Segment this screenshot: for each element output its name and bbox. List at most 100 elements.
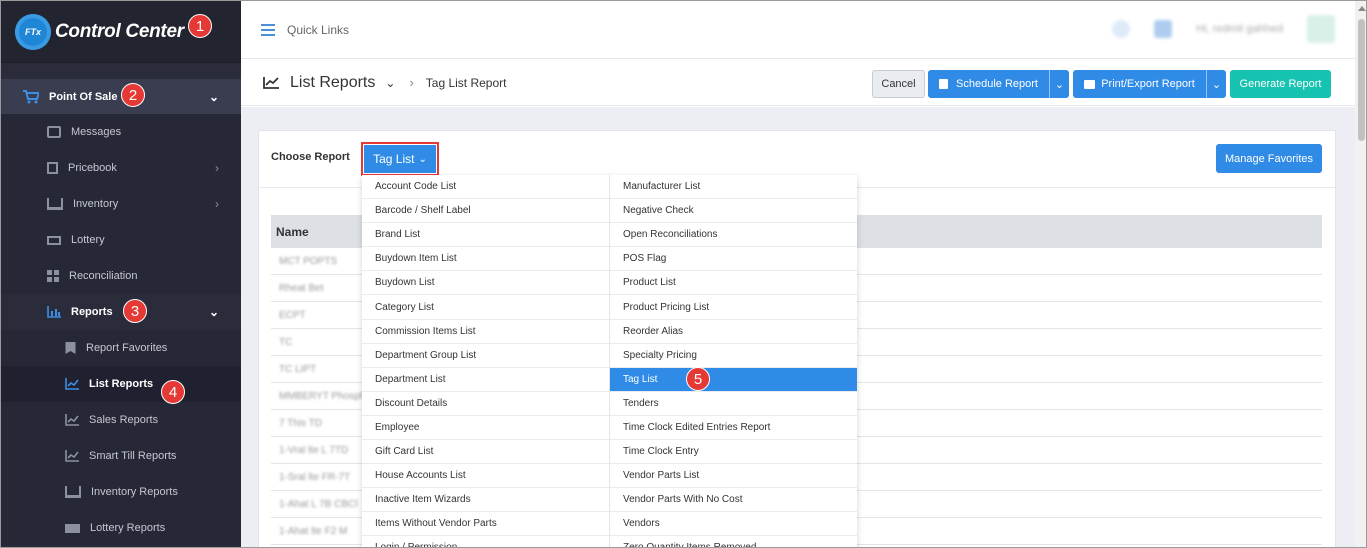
dropdown-item[interactable]: Department Group List [362,344,609,368]
dropdown-item[interactable]: Inactive Item Wizards [362,488,609,513]
bookmark-icon [65,342,76,354]
chevron-down-icon[interactable]: ⌄ [1049,70,1069,98]
bar-chart-icon [47,306,61,318]
callout-4: 4 [161,380,185,404]
dropdown-item[interactable]: Open Reconciliations [610,223,857,248]
dropdown-item[interactable]: Commission Items List [362,320,609,344]
dropdown-item[interactable]: Vendor Parts List [610,464,857,489]
dropdown-item[interactable]: Tag List [610,367,857,392]
dropdown-item[interactable]: Time Clock Entry [610,440,857,465]
menu-icon[interactable] [261,23,275,36]
search-icon[interactable] [1112,20,1131,38]
dropdown-item[interactable]: Vendors [610,512,857,537]
selected-report-label: Tag List [373,152,415,166]
ticket-icon [65,523,80,533]
sidebar-item-lottery[interactable]: Lottery [1,222,241,258]
calculator-icon [47,162,58,174]
calendar-icon [939,79,949,89]
dropdown-item[interactable]: Specialty Pricing [610,344,857,368]
dropdown-item[interactable]: Buydown List [362,271,609,296]
dropdown-column-right: Manufacturer List Negative Check Open Reco… [609,175,857,547]
dropdown-item[interactable]: Vendor Parts With No Cost [610,488,857,513]
dropdown-item[interactable]: Buydown Item List [362,247,609,272]
dropdown-item[interactable]: Account Code List [362,175,609,200]
generate-report-button[interactable]: Generate Report [1230,70,1331,98]
page-title[interactable]: List Reports [290,74,375,92]
sidebar-item-label: Lottery Reports [90,522,166,534]
sidebar-item-messages[interactable]: Messages [1,114,241,150]
print-export-button[interactable]: Print/Export Report ⌄ [1073,70,1226,98]
table-cell: ECPT [279,309,306,321]
table-cell: 1-Sral lte FR-7T [279,471,351,483]
sidebar-item-smart-till-reports[interactable]: Smart Till Reports [1,438,241,474]
dropdown-item[interactable]: Employee [362,416,609,441]
dropdown-item[interactable]: Negative Check [610,199,857,224]
chevron-down-icon[interactable]: ⌄ [385,76,395,90]
dropdown-item[interactable]: Gift Card List [362,440,609,465]
schedule-report-button[interactable]: Schedule Report ⌄ [928,70,1069,98]
chevron-down-icon[interactable]: ⌄ [1206,70,1226,98]
messages-icon [47,126,61,138]
dropdown-item[interactable]: Items Without Vendor Parts [362,512,609,537]
dropdown-item[interactable]: Department List [362,368,609,392]
sidebar-item-label: Reconciliation [69,270,138,282]
sidebar-item-inventory[interactable]: Inventory › [1,186,241,222]
scrollbar[interactable] [1355,1,1366,547]
sidebar-item-list-reports[interactable]: List Reports [1,366,241,402]
chat-icon[interactable] [1154,20,1173,38]
sidebar-item-lottery-reports[interactable]: Lottery Reports [1,510,241,546]
dropdown-item[interactable]: Reorder Alias [610,320,857,344]
dropdown-item[interactable]: POS Flag [610,247,857,272]
sidebar-item-sales-reports[interactable]: Sales Reports [1,402,241,438]
dropdown-item[interactable]: Time Clock Edited Entries Report [610,416,857,441]
callout-2: 2 [121,83,145,107]
sidebar-item-label: Point Of Sale [49,91,118,103]
dropdown-item[interactable]: Login / Permission [362,536,609,547]
top-bar: Quick Links Hi, redmit gahhed [241,1,1355,59]
page-header: List Reports ⌄ › Tag List Report Cancel … [241,60,1355,106]
table-cell: 7 This TD [279,417,322,429]
dropdown-item[interactable]: Tenders [610,392,857,416]
sidebar-item-inventory-reports[interactable]: Inventory Reports [1,474,241,510]
sidebar-item-label: Inventory Reports [91,486,178,498]
dropdown-item[interactable]: Manufacturer List [610,175,857,200]
sidebar-item-label: Smart Till Reports [89,450,177,462]
table-cell: Rheat Bet [279,282,324,294]
dropdown-column-left: Account Code List Barcode / Shelf Label Br… [362,175,609,547]
sidebar-item-label: List Reports [89,378,154,390]
dropdown-item[interactable]: Discount Details [362,392,609,416]
quick-links[interactable]: Quick Links [287,23,349,37]
sidebar-item-label: Pricebook [68,162,117,174]
sidebar-item-label: Inventory [73,198,119,210]
callout-1: 1 [188,14,212,38]
print-icon [1084,79,1096,89]
dropdown-item[interactable]: House Accounts List [362,464,609,489]
chevron-down-icon: ⌄ [208,305,219,319]
manage-favorites-button[interactable]: Manage Favorites [1216,144,1322,173]
table-cell: TC LIPT [279,363,317,375]
dropdown-item[interactable]: Zero Quantity Items Removed [610,536,857,547]
print-export-label: Print/Export Report [1101,78,1195,90]
scrollbar-thumb[interactable] [1358,19,1365,141]
dropdown-item[interactable]: Barcode / Shelf Label [362,199,609,224]
dropdown-item[interactable]: Product List [610,271,857,296]
scroll-up-icon[interactable] [1358,6,1366,11]
dropdown-item[interactable]: Product Pricing List [610,295,857,320]
sidebar-item-label: Sales Reports [89,414,159,426]
sidebar-item-report-favorites[interactable]: Report Favorites [1,330,241,366]
cancel-button[interactable]: Cancel [872,70,925,98]
dropdown-item[interactable]: Brand List [362,223,609,248]
table-cell: 1-Ahat lte F2 M [279,525,348,537]
avatar[interactable] [1307,15,1335,43]
user-greeting: Hi, redmit gahhed [1196,23,1283,35]
sidebar-item-reports[interactable]: Reports ⌄ [1,294,241,330]
report-select-button[interactable]: Tag List ⌄ [361,142,439,176]
sidebar-item-label: Report Favorites [86,342,168,354]
dropdown-item[interactable]: Category List [362,295,609,320]
callout-5: 5 [686,367,710,391]
line-chart-icon [65,450,79,462]
sidebar-item-label: Lottery [71,234,105,246]
table-cell: MMBERYT Phosph [279,390,366,402]
sidebar-item-reconciliation[interactable]: Reconciliation [1,258,241,294]
sidebar-item-pricebook[interactable]: Pricebook › [1,150,241,186]
